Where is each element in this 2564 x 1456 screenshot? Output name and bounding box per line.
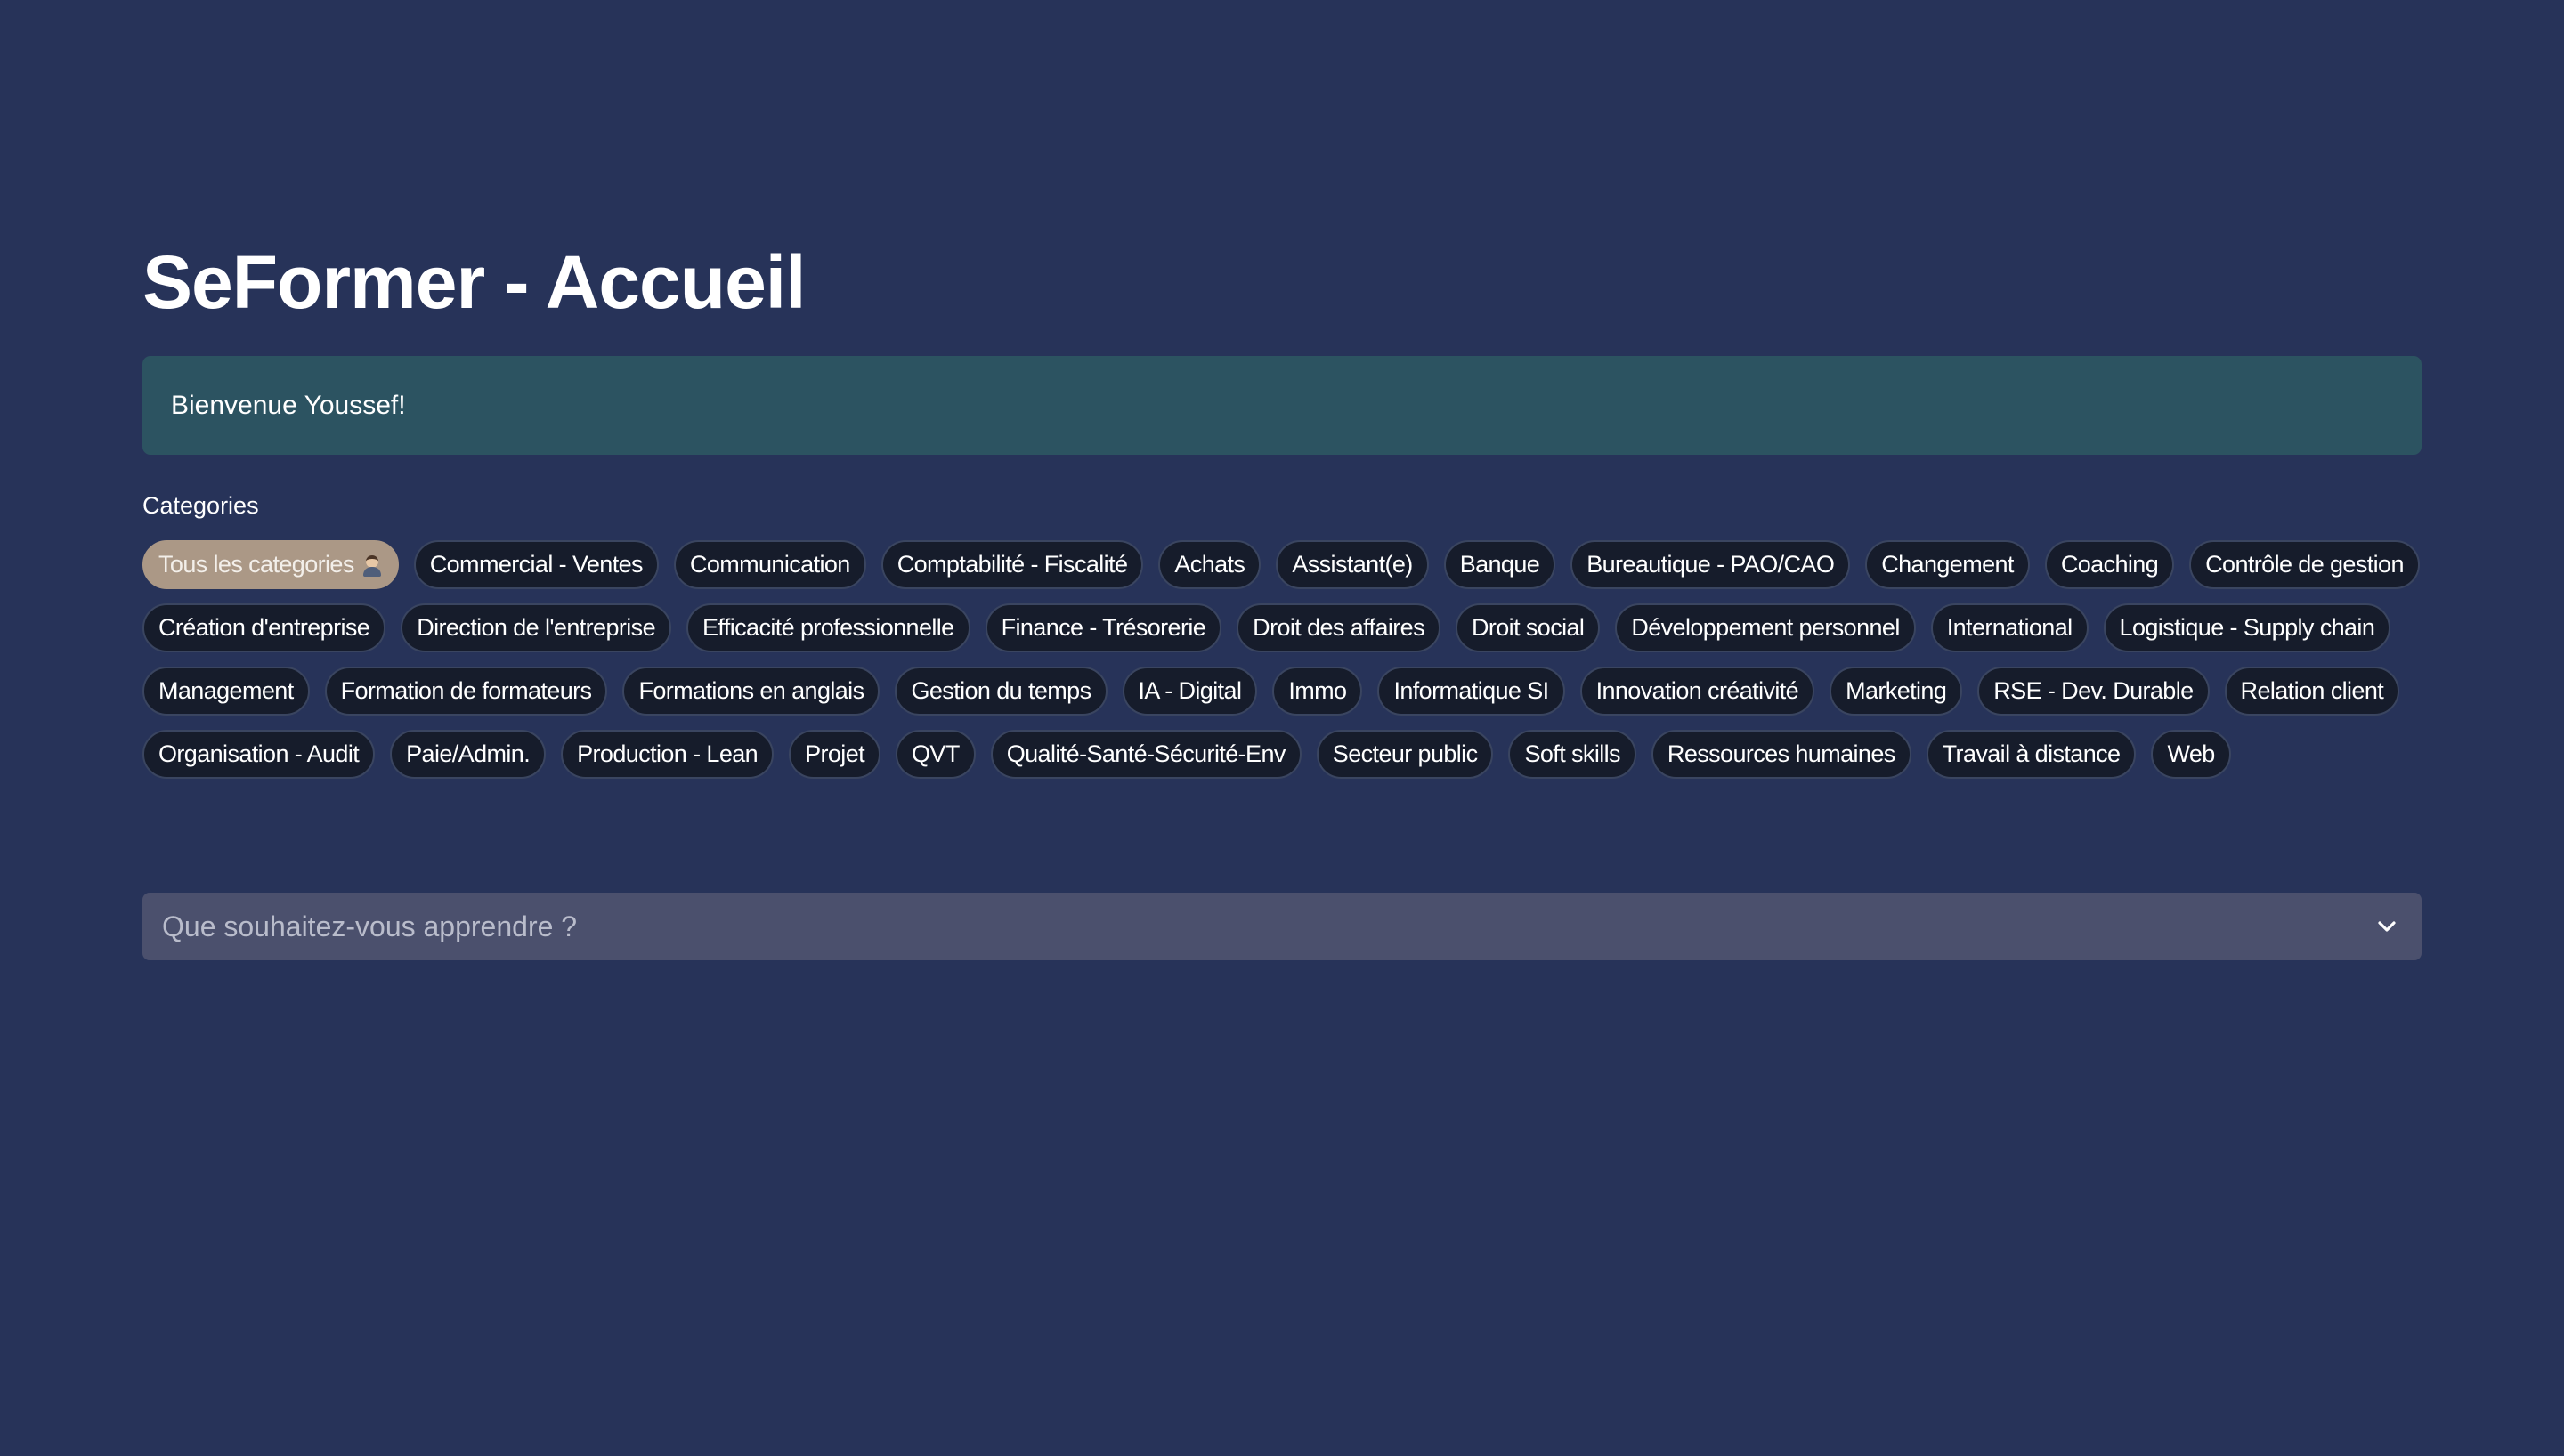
category-pill-label: Projet — [805, 740, 865, 767]
category-pill[interactable]: Logistique - Supply chain — [2103, 603, 2391, 652]
category-pill[interactable]: Paie/Admin. — [390, 730, 547, 779]
category-pill-label: Qualité-Santé-Sécurité-Env — [1006, 740, 1286, 767]
category-pill-label: Relation client — [2240, 677, 2384, 704]
category-pill-label: Achats — [1174, 551, 1245, 578]
category-pill[interactable]: Management — [142, 667, 310, 716]
category-pill-label: Informatique SI — [1393, 677, 1549, 704]
category-pill[interactable]: RSE - Dev. Durable — [1977, 667, 2210, 716]
category-pill-label: Web — [2167, 740, 2215, 767]
category-pill[interactable]: Formation de formateurs — [324, 667, 608, 716]
category-pill[interactable]: Ressources humaines — [1651, 730, 1911, 779]
category-pill[interactable]: Bureautique - PAO/CAO — [1570, 540, 1851, 589]
category-pill-label: Efficacité professionnelle — [702, 614, 954, 641]
category-pill[interactable]: Tous les categories — [142, 540, 399, 589]
welcome-banner: Bienvenue Youssef! — [142, 356, 2422, 455]
category-pill-label: Banque — [1459, 551, 1540, 578]
category-pill[interactable]: Informatique SI — [1377, 667, 1565, 716]
category-pill-label: Management — [158, 677, 294, 704]
category-pill[interactable]: Contrôle de gestion — [2189, 540, 2420, 589]
category-pill-label: Formation de formateurs — [340, 677, 592, 704]
category-pill[interactable]: Travail à distance — [1926, 730, 2137, 779]
category-pill-label: Production - Lean — [577, 740, 759, 767]
category-pill-label: Bureautique - PAO/CAO — [1586, 551, 1835, 578]
category-pill-label: Organisation - Audit — [158, 740, 360, 767]
category-pill[interactable]: Gestion du temps — [895, 667, 1108, 716]
category-pill-label: Droit social — [1471, 614, 1585, 641]
category-pill-label: Immo — [1288, 677, 1347, 704]
category-pill[interactable]: Droit des affaires — [1237, 603, 1440, 652]
category-pill[interactable]: Développement personnel — [1615, 603, 1916, 652]
category-pill-label: Changement — [1881, 551, 2014, 578]
category-pill-label: Droit des affaires — [1253, 614, 1424, 641]
category-pill[interactable]: Organisation - Audit — [142, 730, 376, 779]
category-pill[interactable]: Formations en anglais — [622, 667, 880, 716]
category-pill-label: Paie/Admin. — [406, 740, 531, 767]
category-pill[interactable]: Changement — [1865, 540, 2030, 589]
category-pill-label: Tous les categories — [158, 551, 354, 578]
category-pills: Tous les categories Commercial - Ventes Co… — [142, 540, 2422, 779]
category-pill-label: Coaching — [2060, 551, 2159, 578]
category-pill[interactable]: Droit social — [1455, 603, 1601, 652]
category-pill[interactable]: Coaching — [2044, 540, 2175, 589]
category-pill-label: QVT — [912, 740, 960, 767]
category-pill-label: IA - Digital — [1138, 677, 1242, 704]
category-pill-label: Soft skills — [1524, 740, 1620, 767]
category-pill[interactable]: QVT — [896, 730, 976, 779]
chevron-down-icon[interactable] — [2375, 915, 2398, 938]
category-pill-label: Marketing — [1846, 677, 1947, 704]
category-pill[interactable]: Commercial - Ventes — [413, 540, 659, 589]
category-pill-label: Ressources humaines — [1667, 740, 1895, 767]
category-pill-label: Gestion du temps — [911, 677, 1091, 704]
welcome-message: Bienvenue Youssef! — [171, 390, 406, 420]
category-pill[interactable]: Communication — [673, 540, 866, 589]
category-pill[interactable]: Relation client — [2224, 667, 2400, 716]
category-pill-label: Création d'entreprise — [158, 614, 370, 641]
category-pill-label: Développement personnel — [1631, 614, 1900, 641]
category-pill[interactable]: Immo — [1272, 667, 1363, 716]
category-pill-label: Direction de l'entreprise — [417, 614, 655, 641]
category-pill-label: Secteur public — [1332, 740, 1478, 767]
category-pill-label: Commercial - Ventes — [429, 551, 644, 578]
category-pill[interactable]: Efficacité professionnelle — [686, 603, 970, 652]
category-pill-label: Logistique - Supply chain — [2119, 614, 2375, 641]
category-pill[interactable]: Assistant(e) — [1276, 540, 1429, 589]
category-pill[interactable]: Qualité-Santé-Sécurité-Env — [990, 730, 1302, 779]
category-pill[interactable]: Banque — [1443, 540, 1556, 589]
page-title: SeFormer - Accueil — [142, 240, 806, 324]
category-pill-label: Innovation créativité — [1595, 677, 1799, 704]
person-emoji-icon — [361, 554, 383, 577]
category-pill[interactable]: Création d'entreprise — [142, 603, 386, 652]
category-pill[interactable]: Secteur public — [1316, 730, 1494, 779]
search-input[interactable] — [160, 909, 2375, 944]
category-pill-label: Travail à distance — [1942, 740, 2121, 767]
category-pill-label: Formations en anglais — [638, 677, 864, 704]
search-select[interactable] — [142, 893, 2422, 960]
category-pill[interactable]: Comptabilité - Fiscalité — [880, 540, 1144, 589]
category-pill[interactable]: IA - Digital — [1122, 667, 1258, 716]
category-pill[interactable]: Achats — [1158, 540, 1262, 589]
category-pill[interactable]: Finance - Trésorerie — [985, 603, 1222, 652]
category-pill[interactable]: Projet — [789, 730, 881, 779]
category-pill[interactable]: Web — [2151, 730, 2231, 779]
category-pill-label: Comptabilité - Fiscalité — [897, 551, 1128, 578]
category-pill-label: Communication — [689, 551, 850, 578]
categories-label: Categories — [142, 492, 259, 519]
category-pill[interactable]: Soft skills — [1508, 730, 1636, 779]
category-pill[interactable]: Marketing — [1830, 667, 1963, 716]
category-pill-label: RSE - Dev. Durable — [1993, 677, 2194, 704]
category-pill[interactable]: International — [1930, 603, 2089, 652]
category-pill-label: Assistant(e) — [1292, 551, 1413, 578]
category-pill-label: Contrôle de gestion — [2205, 551, 2404, 578]
category-pill[interactable]: Innovation créativité — [1579, 667, 1815, 716]
category-pill-label: Finance - Trésorerie — [1001, 614, 1206, 641]
category-pill[interactable]: Direction de l'entreprise — [401, 603, 671, 652]
category-pill-label: International — [1946, 614, 2073, 641]
category-pill[interactable]: Production - Lean — [561, 730, 775, 779]
